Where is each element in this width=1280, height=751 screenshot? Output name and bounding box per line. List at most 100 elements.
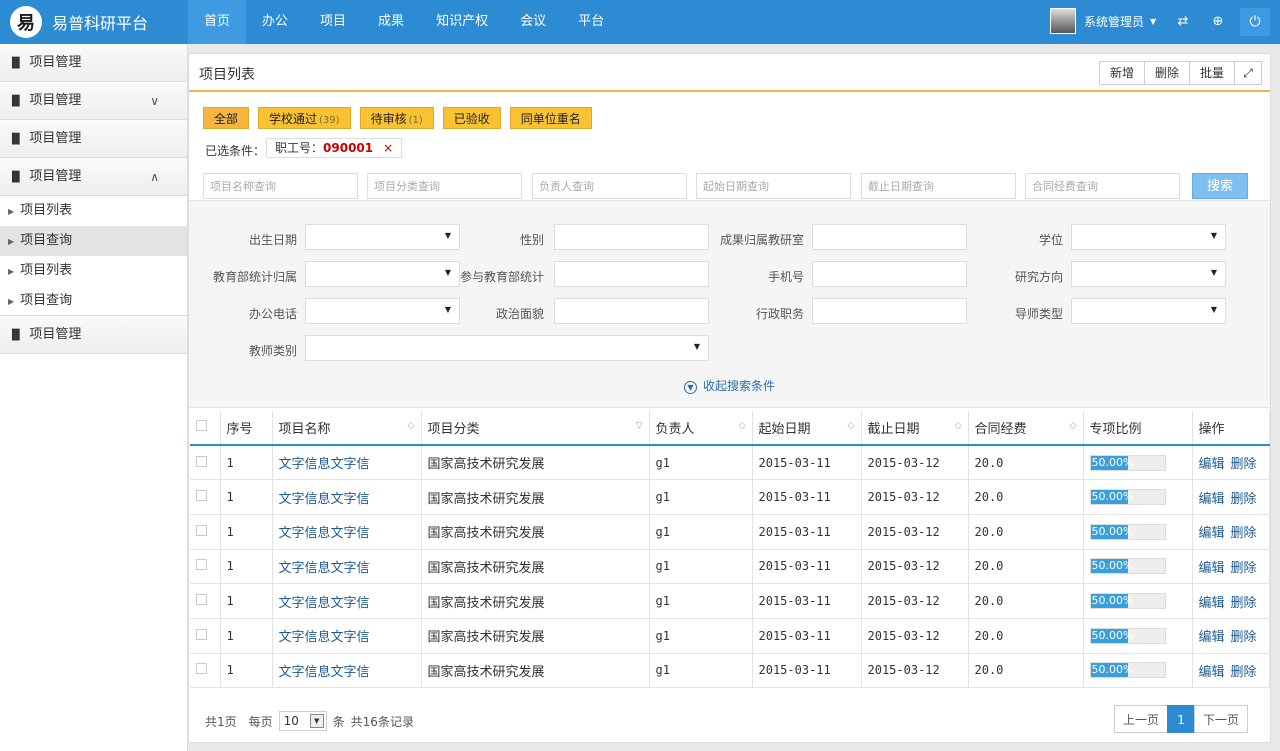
row-select[interactable] <box>190 618 221 654</box>
end-date-input[interactable] <box>861 173 1016 199</box>
link-icon[interactable]: ⇄ <box>1173 12 1193 32</box>
row-checkbox[interactable] <box>196 524 207 536</box>
delete-link[interactable]: 删除 <box>1231 665 1257 680</box>
search-button[interactable]: 搜索 <box>1192 173 1248 199</box>
sort-icon[interactable]: ◇ <box>1070 421 1077 431</box>
page-1-button[interactable]: 1 <box>1167 705 1196 733</box>
expand-icon[interactable]: ⤢ <box>1235 62 1261 84</box>
sidebar-item-list-2[interactable]: ▶ 项目列表 <box>0 256 187 286</box>
row-select[interactable] <box>190 514 221 550</box>
cell-project-name[interactable]: 文字信息文字信 <box>272 583 422 619</box>
sidebar-group-5[interactable]: ▐▌ 项目管理 <box>0 316 187 354</box>
sidebar-item-query-2[interactable]: ▶ 项目查询 <box>0 286 187 316</box>
table-row[interactable]: 1 文字信息文字信 国家高技术研究发展 g1 2015-03-11 2015-03-12 2… <box>190 445 1270 481</box>
col-owner[interactable]: 负责人 ◇ <box>649 411 753 446</box>
degree-select[interactable] <box>1071 224 1226 250</box>
row-checkbox[interactable] <box>196 663 207 675</box>
col-end[interactable]: 截止日期 ◇ <box>861 411 969 446</box>
delete-link[interactable]: 删除 <box>1231 526 1257 541</box>
close-icon[interactable]: × <box>383 141 393 155</box>
edit-link[interactable]: 编辑 <box>1199 665 1225 680</box>
teaching-office-field[interactable] <box>812 224 967 250</box>
col-name[interactable]: 项目名称 ◇ <box>272 411 422 446</box>
delete-button[interactable]: 删除 <box>1144 62 1190 84</box>
power-icon[interactable]: ⏻ <box>1240 8 1270 36</box>
filter-accepted[interactable]: 已验收 <box>442 107 501 129</box>
edit-link[interactable]: 编辑 <box>1199 630 1225 645</box>
teacher-category-select[interactable] <box>305 335 709 361</box>
birth-date-select[interactable] <box>305 224 460 250</box>
sort-icon[interactable]: ◇ <box>955 421 962 431</box>
table-row[interactable]: 1 文字信息文字信 国家高技术研究发展 g1 2015-03-11 2015-03-12 2… <box>190 583 1270 619</box>
prev-page-button[interactable]: 上一页 <box>1114 705 1169 733</box>
phone-field[interactable] <box>812 261 967 287</box>
cell-project-name[interactable]: 文字信息文字信 <box>272 549 422 585</box>
supervisor-type-select[interactable] <box>1071 298 1226 324</box>
select-all-checkbox[interactable] <box>196 420 207 431</box>
row-checkbox[interactable] <box>196 490 207 502</box>
edit-link[interactable]: 编辑 <box>1199 596 1225 611</box>
delete-link[interactable]: 删除 <box>1231 630 1257 645</box>
filter-pending[interactable]: 待审核 (1) <box>359 107 434 129</box>
plus-circle-icon[interactable]: ⊕ <box>1208 12 1228 32</box>
batch-button[interactable]: 批量 <box>1189 62 1235 84</box>
delete-link[interactable]: 删除 <box>1231 596 1257 611</box>
next-page-button[interactable]: 下一页 <box>1194 705 1249 733</box>
cell-project-name[interactable]: 文字信息文字信 <box>272 653 422 689</box>
nav-office[interactable]: 办公 <box>246 0 304 44</box>
sidebar-group-3[interactable]: ▐▌ 项目管理 <box>0 120 187 158</box>
cell-project-name[interactable]: 文字信息文字信 <box>272 479 422 515</box>
row-select[interactable] <box>190 653 221 689</box>
table-row[interactable]: 1 文字信息文字信 国家高技术研究发展 g1 2015-03-11 2015-03-12 2… <box>190 653 1270 689</box>
col-fund[interactable]: 合同经费 ◇ <box>968 411 1084 446</box>
cell-project-name[interactable]: 文字信息文字信 <box>272 445 422 481</box>
table-row[interactable]: 1 文字信息文字信 国家高技术研究发展 g1 2015-03-11 2015-03-12 2… <box>190 479 1270 515</box>
admin-position-field[interactable] <box>812 298 967 324</box>
edit-link[interactable]: 编辑 <box>1199 457 1225 472</box>
collapse-search-toggle[interactable]: ▼ 收起搜索条件 <box>189 377 1270 394</box>
nav-home[interactable]: 首页 <box>188 0 247 44</box>
row-checkbox[interactable] <box>196 628 207 640</box>
delete-link[interactable]: 删除 <box>1231 561 1257 576</box>
nav-platform[interactable]: 平台 <box>562 0 620 44</box>
row-select[interactable] <box>190 549 221 585</box>
user-menu[interactable]: 系统管理员 ▼ <box>1050 8 1156 34</box>
edit-link[interactable]: 编辑 <box>1199 492 1225 507</box>
research-direction-select[interactable] <box>1071 261 1226 287</box>
gender-field[interactable] <box>554 224 709 250</box>
edit-link[interactable]: 编辑 <box>1199 526 1225 541</box>
filter-duplicate-name[interactable]: 同单位重名 <box>509 107 592 129</box>
row-checkbox[interactable] <box>196 559 207 571</box>
sidebar-group-2[interactable]: ▐▌ 项目管理 ∨ <box>0 82 187 120</box>
cell-project-name[interactable]: 文字信息文字信 <box>272 618 422 654</box>
start-date-input[interactable] <box>696 173 851 199</box>
select-all-header[interactable] <box>190 411 221 446</box>
filter-school-approved[interactable]: 学校通过 (39) <box>258 107 351 129</box>
edit-link[interactable]: 编辑 <box>1199 561 1225 576</box>
project-category-input[interactable] <box>367 173 522 199</box>
moe-stat-select[interactable] <box>305 261 460 287</box>
sidebar-group-4[interactable]: ▐▌ 项目管理 ∧ <box>0 158 187 196</box>
political-status-field[interactable] <box>554 298 709 324</box>
owner-input[interactable] <box>532 173 687 199</box>
nav-project[interactable]: 项目 <box>304 0 362 44</box>
delete-link[interactable]: 删除 <box>1231 492 1257 507</box>
row-select[interactable] <box>190 583 221 619</box>
filter-all[interactable]: 全部 <box>203 107 250 129</box>
sort-icon[interactable]: ▽ <box>636 421 643 431</box>
row-checkbox[interactable] <box>196 455 207 467</box>
col-category[interactable]: 项目分类 ▽ <box>421 411 650 446</box>
logo[interactable]: 易 易普科研平台 <box>0 0 188 44</box>
project-name-input[interactable] <box>203 173 358 199</box>
col-start[interactable]: 起始日期 ◇ <box>752 411 862 446</box>
sort-icon[interactable]: ◇ <box>408 421 415 431</box>
sort-icon[interactable]: ◇ <box>848 421 855 431</box>
nav-results[interactable]: 成果 <box>362 0 420 44</box>
sidebar-group-1[interactable]: ▐▌ 项目管理 <box>0 44 187 82</box>
office-phone-select[interactable] <box>305 298 460 324</box>
add-button[interactable]: 新增 <box>1099 62 1145 84</box>
table-row[interactable]: 1 文字信息文字信 国家高技术研究发展 g1 2015-03-11 2015-03-12 2… <box>190 514 1270 550</box>
row-select[interactable] <box>190 479 221 515</box>
row-checkbox[interactable] <box>196 594 207 606</box>
delete-link[interactable]: 删除 <box>1231 457 1257 472</box>
